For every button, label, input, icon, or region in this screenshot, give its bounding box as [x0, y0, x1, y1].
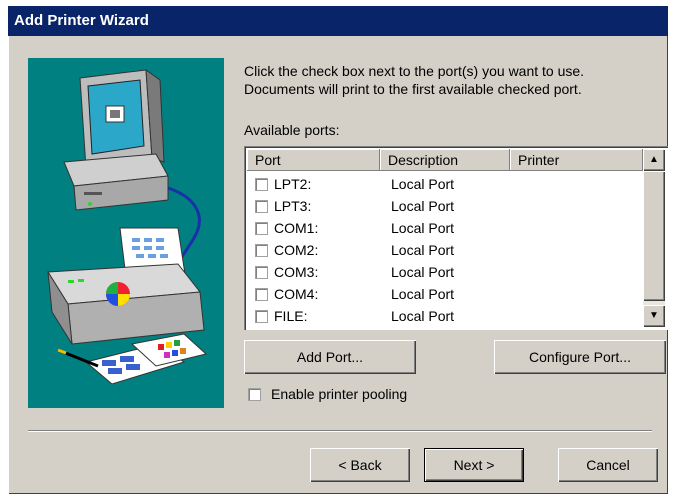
port-name: COM3: [274, 264, 319, 280]
add-printer-wizard-dialog: Add Printer Wizard Click the check box n… [8, 6, 668, 494]
ports-list-header: Port Description Printer [247, 149, 643, 171]
port-description: Local Port [391, 220, 455, 236]
computer-printer-illustration-icon [47, 68, 208, 385]
instructions-line-2: Documents will print to the first availa… [244, 81, 582, 97]
port-checkbox[interactable] [255, 265, 268, 279]
port-checkbox[interactable] [255, 287, 268, 301]
port-name: COM1: [274, 220, 319, 236]
ports-list[interactable]: Port Description Printer LPT2: Local Por… [244, 146, 668, 330]
port-description: Local Port [391, 264, 455, 280]
scroll-down-button[interactable]: ▼ [643, 305, 665, 327]
cancel-button[interactable]: Cancel [558, 448, 658, 482]
down-arrow-icon: ▼ [649, 310, 659, 321]
port-description: Local Port [391, 198, 455, 214]
port-name: LPT2: [274, 176, 312, 192]
port-row-com1[interactable]: COM1: Local Port [247, 217, 639, 239]
title-bar: Add Printer Wizard [8, 6, 668, 36]
port-checkbox[interactable] [255, 199, 268, 213]
port-description: Local Port [391, 176, 455, 192]
port-name: COM2: [274, 242, 319, 258]
port-checkbox[interactable] [255, 243, 268, 257]
ports-list-rows: LPT2: Local Port LPT3: Local Port COM1: … [247, 173, 639, 327]
enable-printer-pooling-label: Enable printer pooling [271, 386, 408, 402]
port-checkbox[interactable] [255, 177, 268, 191]
scroll-thumb[interactable] [643, 171, 665, 301]
port-row-lpt2[interactable]: LPT2: Local Port [247, 173, 639, 195]
next-button[interactable]: Next > [424, 448, 524, 482]
ports-list-scrollbar[interactable]: ▲ ▼ [643, 149, 665, 327]
port-row-file[interactable]: FILE: Local Port [247, 305, 639, 327]
available-ports-label: Available ports: [244, 122, 340, 138]
column-header-port[interactable]: Port [247, 149, 380, 171]
scroll-up-button[interactable]: ▲ [643, 149, 665, 171]
instructions-line-1: Click the check box next to the port(s) … [244, 63, 585, 79]
up-arrow-icon: ▲ [649, 154, 659, 165]
back-button[interactable]: < Back [310, 448, 410, 482]
port-row-com2[interactable]: COM2: Local Port [247, 239, 639, 261]
footer-separator [28, 430, 652, 432]
wizard-illustration [28, 58, 224, 408]
port-row-lpt3[interactable]: LPT3: Local Port [247, 195, 639, 217]
port-row-com3[interactable]: COM3: Local Port [247, 261, 639, 283]
configure-port-button[interactable]: Configure Port... [494, 340, 666, 374]
printer-pooling-option[interactable]: Enable printer pooling [248, 386, 407, 402]
port-name: FILE: [274, 308, 308, 324]
column-header-description[interactable]: Description [380, 149, 510, 171]
port-name: LPT3: [274, 198, 312, 214]
enable-printer-pooling-checkbox[interactable] [248, 387, 261, 401]
port-description: Local Port [391, 242, 455, 258]
column-header-printer[interactable]: Printer [510, 149, 643, 171]
add-port-button[interactable]: Add Port... [244, 340, 416, 374]
port-checkbox[interactable] [255, 309, 268, 323]
port-name: COM4: [274, 286, 319, 302]
port-description: Local Port [391, 308, 455, 324]
port-checkbox[interactable] [255, 221, 268, 235]
port-row-com4[interactable]: COM4: Local Port [247, 283, 639, 305]
port-description: Local Port [391, 286, 455, 302]
instructions-text: Click the check box next to the port(s) … [244, 62, 654, 98]
